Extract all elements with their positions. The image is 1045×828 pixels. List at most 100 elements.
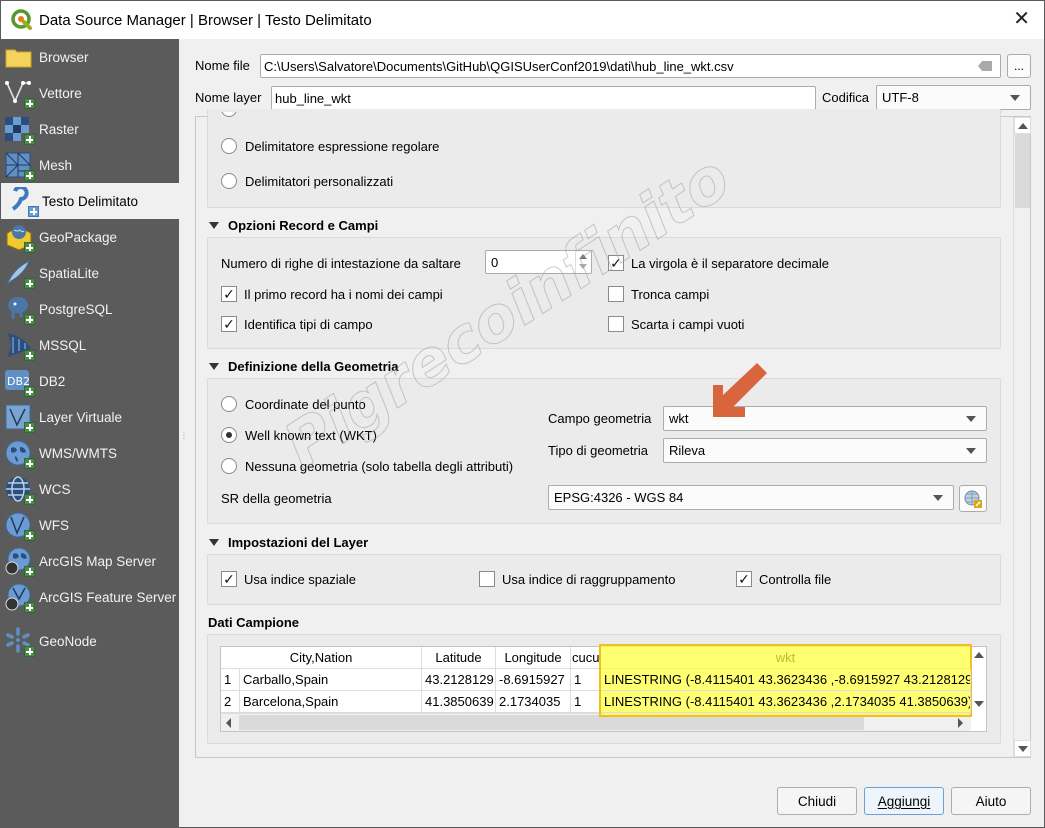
sidebar-item-label: Vettore: [39, 85, 82, 101]
sidebar-item-geopackage[interactable]: GeoPackage: [1, 219, 179, 255]
horizontal-scroll-thumb[interactable]: [239, 715, 864, 730]
scroll-down-button[interactable]: [1014, 740, 1031, 757]
radio-label: Delimitatori personalizzati: [245, 173, 394, 189]
row-index[interactable]: 1: [221, 669, 240, 691]
skip-lines-spinbox[interactable]: 0: [485, 250, 592, 274]
layer-name-input[interactable]: hub_line_wkt: [271, 86, 816, 110]
file-path-input[interactable]: C:\Users\Salvatore\Documents\GitHub\QGIS…: [260, 54, 1001, 78]
checkbox-label: Tronca campi: [631, 286, 710, 302]
folder-icon: [5, 43, 33, 71]
checkbox-trim-fields[interactable]: Tronca campi: [608, 286, 709, 302]
section-title: Definizione della Geometria: [228, 359, 399, 374]
column-header[interactable]: cucu: [571, 647, 601, 669]
sidebar-item-mssql[interactable]: MSSQL: [1, 327, 179, 363]
scroll-up-button[interactable]: [1014, 117, 1031, 134]
scroll-thumb[interactable]: [1015, 134, 1030, 208]
sidebar-item-db2[interactable]: DB2 DB2: [1, 363, 179, 399]
table-cell[interactable]: Barcelona,Spain: [240, 691, 422, 713]
radio-label: Nessuna geometria (solo tabella degli at…: [245, 458, 514, 474]
scroll-down-icon[interactable]: [974, 701, 984, 707]
radio-label: Coordinate del punto: [245, 396, 366, 412]
table-vertical-scrollbar[interactable]: [971, 647, 986, 713]
sidebar-item-arcgis-feature-server[interactable]: ArcGIS Feature Server: [1, 579, 179, 615]
table-cell[interactable]: 1: [571, 691, 601, 713]
arcgis-feature-icon: [5, 583, 35, 613]
clear-input-icon[interactable]: [978, 61, 992, 71]
chevron-down-icon: [1010, 95, 1020, 101]
spin-down-icon[interactable]: [579, 264, 587, 269]
sidebar-item-spatialite[interactable]: SpatiaLite: [1, 255, 179, 291]
table-cell[interactable]: 43.2128129: [422, 669, 496, 691]
sidebar-item-wcs[interactable]: WCS: [1, 471, 179, 507]
table-cell[interactable]: Carballo,Spain: [240, 669, 422, 691]
column-header[interactable]: Longitude: [496, 647, 571, 669]
chevron-down-icon: [966, 416, 976, 422]
table-cell[interactable]: LINESTRING (-8.4115401 43.3623436 ,2.173…: [601, 691, 971, 713]
sidebar-item-wms-wmts[interactable]: WMS/WMTS: [1, 435, 179, 471]
sidebar-item-arcgis-map-server[interactable]: ArcGIS Map Server: [1, 543, 179, 579]
add-button-label: Aggiungi: [877, 793, 931, 809]
spin-up-icon[interactable]: [579, 254, 587, 259]
radio-regex-delimiter[interactable]: Delimitatore espressione regolare: [221, 138, 439, 154]
checkbox-subset-index[interactable]: Usa indice di raggruppamento: [479, 571, 675, 587]
section-header-geometry[interactable]: Definizione della Geometria: [209, 359, 399, 374]
crs-select[interactable]: EPSG:4326 - WGS 84: [548, 485, 954, 510]
encoding-select[interactable]: UTF-8: [876, 85, 1031, 110]
crs-selector-button[interactable]: [959, 485, 987, 512]
checkbox-label: Usa indice spaziale: [244, 571, 357, 587]
radio-point-coordinates[interactable]: Coordinate del punto: [221, 396, 366, 412]
delimited-text-icon: [9, 185, 39, 217]
table-cell[interactable]: -8.6915927: [496, 669, 571, 691]
radio-custom-delimiters[interactable]: Delimitatori personalizzati: [221, 173, 393, 189]
radio-wkt[interactable]: Well known text (WKT): [221, 427, 377, 443]
close-window-button[interactable]: ✕: [1013, 9, 1030, 29]
window-title: Data Source Manager | Browser | Testo De…: [39, 11, 372, 29]
sidebar-item-vettore[interactable]: Vettore: [1, 75, 179, 111]
skip-lines-label: Numero di righe di intestazione da salta…: [221, 256, 461, 271]
table-cell[interactable]: 41.3850639: [422, 691, 496, 713]
annotation-arrow-icon: [713, 363, 767, 417]
sidebar-item-mesh[interactable]: Mesh: [1, 147, 179, 183]
vertical-scrollbar[interactable]: [1013, 117, 1031, 757]
checkbox-decimal-comma[interactable]: ✓ La virgola è il separatore decimale: [608, 255, 829, 271]
sidebar-item-wfs[interactable]: WFS: [1, 507, 179, 543]
sidebar-item-browser[interactable]: Browser: [1, 39, 179, 75]
sidebar-item-label: MSSQL: [39, 337, 87, 353]
wms-icon: [5, 439, 35, 469]
sidebar-item-raster[interactable]: Raster: [1, 111, 179, 147]
checkbox-label: Identifica tipi di campo: [244, 316, 373, 332]
table-cell[interactable]: 1: [571, 669, 601, 691]
geometry-type-select[interactable]: Rileva: [663, 438, 987, 463]
section-header-records[interactable]: Opzioni Record e Campi: [209, 218, 378, 233]
close-button[interactable]: Chiudi: [777, 787, 857, 815]
table-cell[interactable]: 2.1734035: [496, 691, 571, 713]
file-path-value: C:\Users\Salvatore\Documents\GitHub\QGIS…: [264, 58, 734, 74]
column-header[interactable]: Latitude: [422, 647, 496, 669]
data-source-manager-window: Data Source Manager | Browser | Testo De…: [0, 0, 1045, 828]
checkbox-discard-empty-fields[interactable]: Scarta i campi vuoti: [608, 316, 744, 332]
sidebar-item-geonode[interactable]: GeoNode: [1, 623, 179, 659]
radio-no-geometry[interactable]: Nessuna geometria (solo tabella degli at…: [221, 458, 513, 474]
radio-hidden-option[interactable]: [221, 112, 245, 120]
browse-file-button[interactable]: ...: [1007, 54, 1031, 78]
scroll-left-icon[interactable]: [226, 718, 231, 728]
section-header-layer-settings[interactable]: Impostazioni del Layer: [209, 535, 368, 550]
qgis-logo-icon: [11, 9, 33, 31]
column-header[interactable]: City,Nation: [221, 647, 422, 669]
help-button[interactable]: Aiuto: [951, 787, 1031, 815]
checkbox-first-record-header[interactable]: ✓ Il primo record ha i nomi dei campi: [221, 286, 443, 302]
scroll-right-icon[interactable]: [958, 718, 963, 728]
splitter-handle[interactable]: ⋮: [180, 431, 188, 441]
table-cell[interactable]: LINESTRING (-8.4115401 43.3623436 ,-8.69…: [601, 669, 971, 691]
checkbox-detect-field-types[interactable]: ✓ Identifica tipi di campo: [221, 316, 373, 332]
row-index[interactable]: 2: [221, 691, 240, 713]
sidebar-item-testo-delimitato[interactable]: Testo Delimitato: [1, 183, 179, 219]
sidebar-item-postgresql[interactable]: PostgreSQL: [1, 291, 179, 327]
add-button[interactable]: Aggiungi: [864, 787, 944, 815]
encoding-value: UTF-8: [882, 90, 919, 105]
sidebar-item-layer-virtuale[interactable]: Layer Virtuale: [1, 399, 179, 435]
checkbox-watch-file[interactable]: ✓ Controlla file: [736, 571, 831, 587]
sidebar-item-label: WCS: [39, 481, 71, 497]
scroll-up-icon[interactable]: [974, 652, 984, 658]
checkbox-spatial-index[interactable]: ✓ Usa indice spaziale: [221, 571, 356, 587]
